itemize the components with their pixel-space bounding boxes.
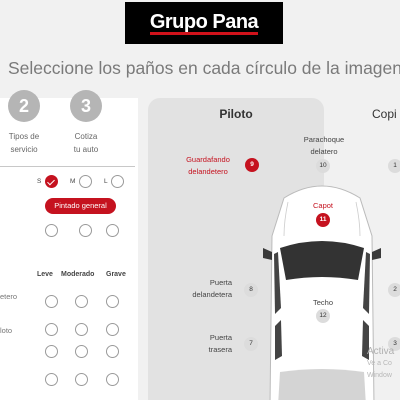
divider [0, 166, 135, 167]
part-capot-badge[interactable]: 11 [316, 213, 330, 227]
part-parachoque-line2: delatero [310, 147, 338, 156]
part-guardafango-line2: delandetero [188, 167, 228, 176]
damage-radio-r3-leve[interactable] [45, 345, 58, 358]
watermark-line1: Activa [367, 346, 395, 357]
row-label-2: loto [0, 326, 13, 335]
general-radio-3[interactable] [106, 224, 119, 237]
damage-radio-r4-moderado[interactable] [75, 373, 88, 386]
part-guardafango-badge[interactable]: 9 [245, 158, 259, 172]
copiloto-badge-2[interactable]: 2 [388, 283, 400, 297]
step-3-label-line1: Cotiza [74, 132, 98, 141]
damage-radio-r4-leve[interactable] [45, 373, 58, 386]
page-title: Seleccione los paños en cada círculo de … [8, 58, 400, 78]
part-parachoque-line1: Parachoque [303, 135, 345, 144]
part-puerta-tra-badge[interactable]: 7 [244, 337, 258, 351]
damage-radio-r1-grave[interactable] [106, 295, 119, 308]
part-puerta-del-badge[interactable]: 8 [244, 283, 258, 297]
damage-radio-r1-moderado[interactable] [75, 295, 88, 308]
part-techo-badge[interactable]: 12 [316, 309, 330, 323]
watermark-line3: Window [367, 372, 392, 379]
part-puerta-del-label[interactable]: Puerta delandetera [192, 277, 232, 301]
part-puerta-tra-line1: Puerta [209, 333, 232, 342]
damage-radio-r2-moderado[interactable] [75, 323, 88, 336]
step-3-label-line2: tu auto [73, 145, 99, 154]
step-2-circle: 2 [8, 90, 40, 122]
damage-radio-r2-grave[interactable] [106, 323, 119, 336]
size-l-radio[interactable] [111, 175, 124, 188]
size-m-radio[interactable] [79, 175, 92, 188]
step-2-label: Tipos de servicio [2, 130, 46, 156]
part-puerta-del-line2: delandetera [192, 290, 232, 299]
part-puerta-tra-line2: trasera [208, 345, 232, 354]
step-2[interactable]: 2 [6, 90, 42, 122]
piloto-view-title: Piloto [219, 107, 253, 121]
damage-grave-header: Grave [106, 271, 126, 278]
size-s-radio[interactable] [45, 175, 58, 188]
damage-radio-r3-grave[interactable] [106, 345, 119, 358]
part-capot-label[interactable]: Capot [303, 200, 343, 212]
damage-moderado-header: Moderado [61, 271, 95, 278]
part-parachoque-label[interactable]: Parachoque delatero [294, 134, 354, 158]
brand-logo-text: Grupo Pana [149, 10, 259, 35]
damage-radio-r2-leve[interactable] [45, 323, 58, 336]
step-3[interactable]: 3 [68, 90, 104, 122]
general-paint-button[interactable]: Pintado general [45, 198, 116, 214]
general-radio-1[interactable] [45, 224, 58, 237]
copiloto-badge-1[interactable]: 1 [388, 159, 400, 173]
watermark-line2: Ve a Co [367, 360, 392, 367]
row-label-1: etero [0, 292, 18, 301]
damage-radio-r1-leve[interactable] [45, 295, 58, 308]
general-radio-2[interactable] [79, 224, 92, 237]
step-2-label-line2: servicio [10, 145, 38, 154]
part-techo-label[interactable]: Techo [303, 297, 343, 309]
step-2-label-line1: Tipos de [8, 132, 40, 141]
part-guardafango-label[interactable]: Guardafando delandetero [176, 154, 240, 178]
size-s-label: S [37, 178, 42, 185]
brand-logo[interactable]: Grupo Pana [125, 2, 283, 44]
step-3-label: Cotiza tu auto [64, 130, 108, 156]
damage-leve-header: Leve [37, 271, 53, 278]
part-puerta-del-line1: Puerta [209, 278, 232, 287]
part-puerta-tra-label[interactable]: Puerta trasera [209, 332, 232, 356]
damage-radio-r4-grave[interactable] [106, 373, 119, 386]
step-3-circle: 3 [70, 90, 102, 122]
windows-activation-watermark: Activa Ve a Co Window [367, 346, 394, 382]
copiloto-view-title: Copi [372, 107, 397, 121]
part-parachoque-badge[interactable]: 10 [316, 159, 330, 173]
damage-radio-r3-moderado[interactable] [75, 345, 88, 358]
part-guardafango-line1: Guardafando [186, 155, 230, 164]
size-m-label: M [70, 178, 76, 185]
size-l-label: L [104, 178, 108, 185]
